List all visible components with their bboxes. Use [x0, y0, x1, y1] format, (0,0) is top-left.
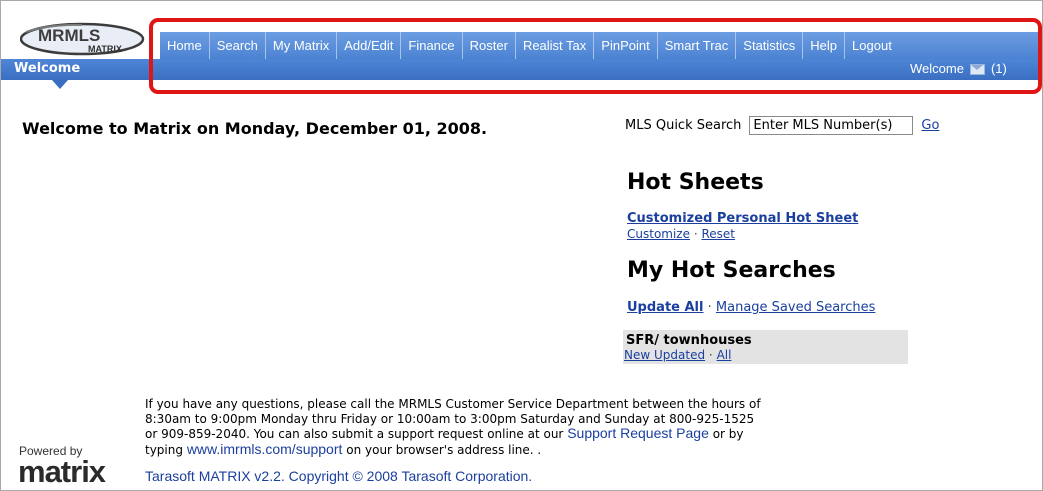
- mls-quick-search: MLS Quick Search Go: [625, 116, 939, 135]
- new-updated-link[interactable]: New Updated: [624, 348, 705, 362]
- separator: ·: [707, 300, 712, 315]
- hot-searches-heading: My Hot Searches: [627, 258, 836, 283]
- nav-item-realist-tax[interactable]: Realist Tax: [516, 32, 595, 59]
- message-count[interactable]: (1): [991, 59, 1007, 79]
- manage-saved-searches-link[interactable]: Manage Saved Searches: [716, 300, 876, 315]
- copyright-text: Tarasoft MATRIX v2.2. Copyright © 2008 T…: [145, 468, 533, 484]
- saved-search-links: New Updated · All: [624, 348, 731, 362]
- nav-item-my-matrix[interactable]: My Matrix: [266, 32, 338, 59]
- active-tab-pointer: [52, 80, 68, 89]
- nav-item-add-edit[interactable]: Add/Edit: [337, 32, 402, 59]
- reset-link[interactable]: Reset: [701, 227, 735, 241]
- separator: ·: [708, 348, 713, 362]
- support-request-link[interactable]: Support Request Page: [567, 425, 709, 441]
- nav-item-statistics[interactable]: Statistics: [736, 32, 804, 59]
- saved-search-name: SFR/ townhouses: [626, 333, 752, 348]
- nav-item-roster[interactable]: Roster: [463, 32, 516, 59]
- hot-sheet-actions: Customize · Reset: [627, 227, 735, 241]
- quick-search-label: MLS Quick Search: [625, 118, 742, 133]
- nav-item-home[interactable]: Home: [160, 32, 210, 59]
- page-title: Welcome to Matrix on Monday, December 01…: [22, 119, 488, 138]
- nav-item-help[interactable]: Help: [803, 32, 846, 59]
- customized-hot-sheet-link[interactable]: Customized Personal Hot Sheet: [627, 211, 858, 226]
- go-link[interactable]: Go: [921, 118, 939, 133]
- welcome-messages[interactable]: Welcome (1): [910, 59, 1007, 79]
- logo-subtext: MATRIX: [88, 44, 122, 54]
- hot-sheets-heading: Hot Sheets: [627, 170, 764, 195]
- matrix-logo: matrix: [18, 454, 106, 489]
- nav-item-pinpoint[interactable]: PinPoint: [594, 32, 658, 59]
- nav-item-search[interactable]: Search: [210, 32, 266, 59]
- sub-header-bar: [1, 59, 1042, 80]
- welcome-label: Welcome: [910, 61, 964, 76]
- support-url-link[interactable]: www.imrmls.com/support: [187, 441, 343, 457]
- nav-item-smart-trac[interactable]: Smart Trac: [658, 32, 737, 59]
- mrmls-matrix-logo[interactable]: MRMLS MATRIX: [20, 22, 148, 56]
- help-text-part-3: on your browser's address line. .: [346, 442, 542, 457]
- tab-welcome[interactable]: Welcome: [14, 59, 80, 79]
- nav-item-finance[interactable]: Finance: [401, 32, 463, 59]
- envelope-icon[interactable]: [969, 63, 985, 75]
- main-navigation: Home Search My Matrix Add/Edit Finance Roster…: [160, 32, 1042, 59]
- hot-search-actions: Update All · Manage Saved Searches: [627, 300, 875, 315]
- support-help-text: If you have any questions, please call t…: [145, 397, 770, 457]
- separator: ·: [693, 227, 698, 241]
- all-link[interactable]: All: [717, 348, 732, 362]
- nav-item-logout[interactable]: Logout: [845, 32, 899, 59]
- logo-text: MRMLS: [38, 26, 100, 45]
- saved-search-item: SFR/ townhouses New Updated · All: [623, 330, 908, 364]
- mls-number-input[interactable]: [749, 116, 914, 135]
- customize-link[interactable]: Customize: [627, 227, 690, 241]
- update-all-link[interactable]: Update All: [627, 300, 703, 315]
